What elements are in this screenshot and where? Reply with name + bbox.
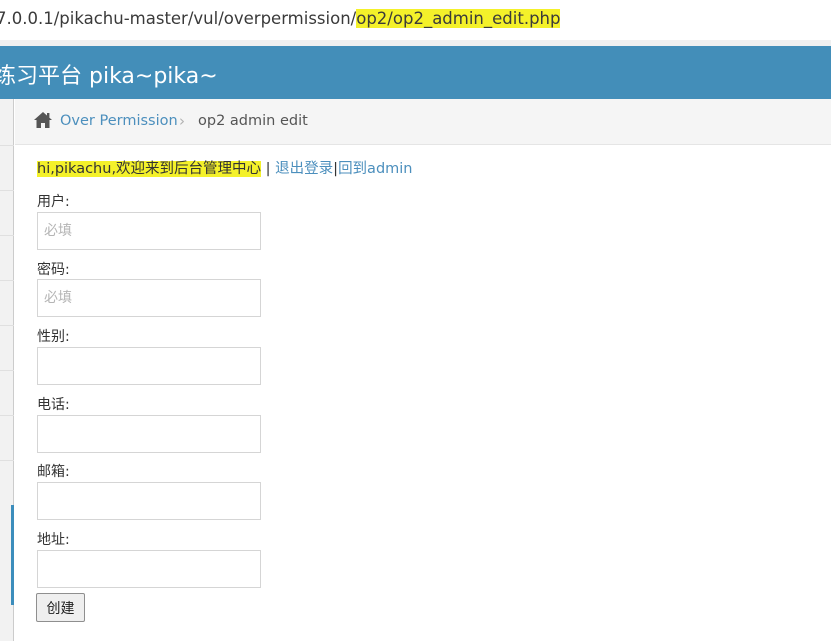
email-label: 邮箱: <box>37 464 70 480</box>
phone-input[interactable] <box>37 415 261 453</box>
username-input[interactable] <box>37 212 261 250</box>
url-op2-highlighted: op2/ <box>356 9 393 28</box>
back-to-admin-link[interactable]: 回到admin <box>338 161 412 177</box>
address-label: 地址: <box>37 532 70 548</box>
create-button[interactable]: 创建 <box>36 593 85 622</box>
home-icon[interactable] <box>33 111 53 129</box>
sidebar <box>0 99 14 641</box>
password-input[interactable] <box>37 279 261 317</box>
url-prefix: 7.0.0.1/pikachu-master/vul/overpermissio… <box>0 9 357 28</box>
logout-link[interactable]: 退出登录 <box>275 161 333 177</box>
sidebar-divider <box>0 190 14 191</box>
breadcrumb: Over Permission › op2 admin edit <box>15 99 831 145</box>
gender-label: 性别: <box>37 329 70 345</box>
top-navbar: 练习平台 pika~pika~ <box>0 46 831 99</box>
welcome-line: hi,pikachu,欢迎来到后台管理中心 | 退出登录|回到admin <box>37 157 413 178</box>
sidebar-divider <box>0 460 14 461</box>
password-label: 密码: <box>37 262 70 278</box>
welcome-divider: | <box>261 161 276 177</box>
address-bar[interactable]: 7.0.0.1/pikachu-master/vul/overpermissio… <box>0 0 831 40</box>
sidebar-divider <box>0 325 14 326</box>
breadcrumb-current: op2 admin edit <box>198 113 308 129</box>
url-text[interactable]: 7.0.0.1/pikachu-master/vul/overpermissio… <box>0 9 561 28</box>
sidebar-divider <box>0 415 14 416</box>
sidebar-divider <box>0 145 14 146</box>
username-label: 用户: <box>37 194 70 210</box>
main-content: hi,pikachu,欢迎来到后台管理中心 | 退出登录|回到admin 用户:… <box>15 145 831 641</box>
sidebar-divider <box>0 235 14 236</box>
brand-title[interactable]: 练习平台 pika~pika~ <box>0 58 218 90</box>
sidebar-active-indicator <box>11 505 14 605</box>
phone-label: 电话: <box>37 397 70 413</box>
gender-input[interactable] <box>37 347 261 385</box>
sidebar-divider <box>0 370 14 371</box>
breadcrumb-link-over-permission[interactable]: Over Permission <box>60 113 178 129</box>
url-file-highlighted: op2_admin_edit.php <box>392 9 561 28</box>
email-input[interactable] <box>37 482 261 520</box>
sidebar-divider <box>0 280 14 281</box>
breadcrumb-separator-icon: › <box>179 112 185 130</box>
welcome-greeting: hi,pikachu,欢迎来到后台管理中心 <box>37 161 262 177</box>
address-input[interactable] <box>37 550 261 588</box>
